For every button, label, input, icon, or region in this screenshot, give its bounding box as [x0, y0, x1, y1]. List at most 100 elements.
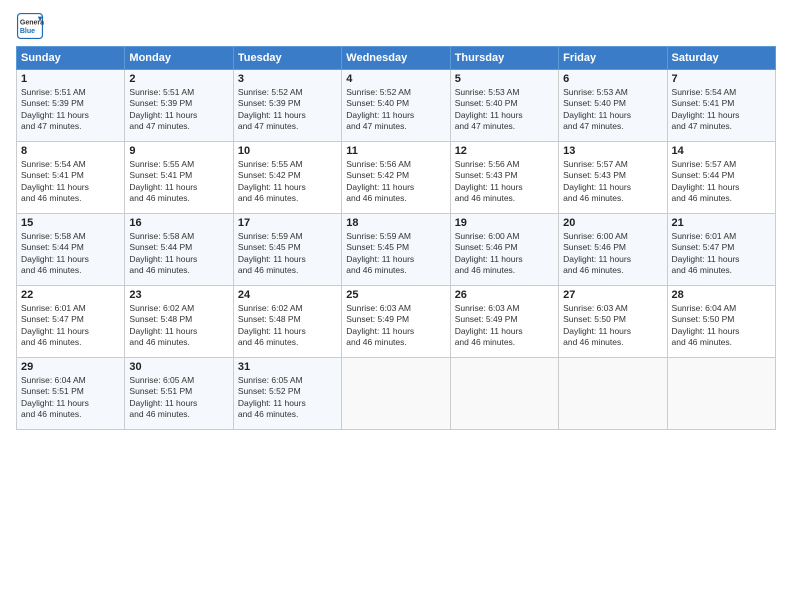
cell-content: Sunrise: 5:58 AM Sunset: 5:44 PM Dayligh…: [21, 231, 120, 277]
logo-icon: General Blue: [16, 12, 44, 40]
page-container: General Blue SundayMondayTuesdayWednesda…: [0, 0, 792, 612]
day-header-friday: Friday: [559, 47, 667, 70]
day-number: 12: [455, 145, 554, 157]
calendar-cell: 29 Sunrise: 6:04 AM Sunset: 5:51 PM Dayli…: [17, 358, 125, 430]
cell-content: Sunrise: 6:05 AM Sunset: 5:52 PM Dayligh…: [238, 375, 337, 421]
calendar-cell: 17 Sunrise: 5:59 AM Sunset: 5:45 PM Dayli…: [233, 214, 341, 286]
cell-content: Sunrise: 6:04 AM Sunset: 5:50 PM Dayligh…: [672, 303, 771, 349]
cell-content: Sunrise: 5:55 AM Sunset: 5:42 PM Dayligh…: [238, 159, 337, 205]
day-number: 20: [563, 217, 662, 229]
calendar-week-5: 29 Sunrise: 6:04 AM Sunset: 5:51 PM Dayli…: [17, 358, 776, 430]
calendar-cell: 21 Sunrise: 6:01 AM Sunset: 5:47 PM Dayli…: [667, 214, 775, 286]
calendar-cell: 8Sunrise: 5:54 AM Sunset: 5:41 PM Daylig…: [17, 142, 125, 214]
calendar-cell: 22Sunrise: 6:01 AM Sunset: 5:47 PM Dayli…: [17, 286, 125, 358]
cell-content: Sunrise: 6:00 AM Sunset: 5:46 PM Dayligh…: [455, 231, 554, 277]
calendar-week-3: 15Sunrise: 5:58 AM Sunset: 5:44 PM Dayli…: [17, 214, 776, 286]
day-number: 4: [346, 73, 445, 85]
header-row: General Blue: [16, 12, 776, 40]
day-header-saturday: Saturday: [667, 47, 775, 70]
calendar-cell: 18Sunrise: 5:59 AM Sunset: 5:45 PM Dayli…: [342, 214, 450, 286]
calendar-cell: 3 Sunrise: 5:52 AM Sunset: 5:39 PM Daylig…: [233, 70, 341, 142]
day-number: 10: [238, 145, 337, 157]
calendar-cell: [559, 358, 667, 430]
day-number: 11: [346, 145, 445, 157]
calendar-week-1: 1 Sunrise: 5:51 AM Sunset: 5:39 PM Daylig…: [17, 70, 776, 142]
cell-content: Sunrise: 5:58 AM Sunset: 5:44 PM Dayligh…: [129, 231, 228, 277]
cell-content: Sunrise: 6:03 AM Sunset: 5:49 PM Dayligh…: [346, 303, 445, 349]
calendar-cell: 5Sunrise: 5:53 AM Sunset: 5:40 PM Daylig…: [450, 70, 558, 142]
calendar-cell: 27Sunrise: 6:03 AM Sunset: 5:50 PM Dayli…: [559, 286, 667, 358]
calendar-cell: 4 Sunrise: 5:52 AM Sunset: 5:40 PM Daylig…: [342, 70, 450, 142]
day-number: 2: [129, 73, 228, 85]
day-number: 13: [563, 145, 662, 157]
cell-content: Sunrise: 5:57 AM Sunset: 5:43 PM Dayligh…: [563, 159, 662, 205]
logo: General Blue: [16, 12, 44, 40]
day-number: 21: [672, 217, 771, 229]
day-number: 14: [672, 145, 771, 157]
cell-content: Sunrise: 5:52 AM Sunset: 5:40 PM Dayligh…: [346, 87, 445, 133]
day-number: 29: [21, 361, 120, 373]
cell-content: Sunrise: 6:03 AM Sunset: 5:50 PM Dayligh…: [563, 303, 662, 349]
day-header-wednesday: Wednesday: [342, 47, 450, 70]
calendar-cell: 2 Sunrise: 5:51 AM Sunset: 5:39 PM Daylig…: [125, 70, 233, 142]
day-number: 30: [129, 361, 228, 373]
cell-content: Sunrise: 6:02 AM Sunset: 5:48 PM Dayligh…: [238, 303, 337, 349]
calendar-cell: 11 Sunrise: 5:56 AM Sunset: 5:42 PM Dayli…: [342, 142, 450, 214]
day-number: 5: [455, 73, 554, 85]
svg-text:Blue: Blue: [20, 28, 35, 35]
calendar-week-4: 22Sunrise: 6:01 AM Sunset: 5:47 PM Dayli…: [17, 286, 776, 358]
calendar-cell: 14 Sunrise: 5:57 AM Sunset: 5:44 PM Dayli…: [667, 142, 775, 214]
calendar-cell: 28 Sunrise: 6:04 AM Sunset: 5:50 PM Dayli…: [667, 286, 775, 358]
day-header-sunday: Sunday: [17, 47, 125, 70]
day-number: 18: [346, 217, 445, 229]
cell-content: Sunrise: 5:52 AM Sunset: 5:39 PM Dayligh…: [238, 87, 337, 133]
calendar-body: 1 Sunrise: 5:51 AM Sunset: 5:39 PM Daylig…: [17, 70, 776, 430]
calendar-cell: 25 Sunrise: 6:03 AM Sunset: 5:49 PM Dayli…: [342, 286, 450, 358]
cell-content: Sunrise: 5:56 AM Sunset: 5:43 PM Dayligh…: [455, 159, 554, 205]
calendar-cell: 12 Sunrise: 5:56 AM Sunset: 5:43 PM Dayli…: [450, 142, 558, 214]
cell-content: Sunrise: 6:04 AM Sunset: 5:51 PM Dayligh…: [21, 375, 120, 421]
cell-content: Sunrise: 5:51 AM Sunset: 5:39 PM Dayligh…: [21, 87, 120, 133]
cell-content: Sunrise: 5:56 AM Sunset: 5:42 PM Dayligh…: [346, 159, 445, 205]
cell-content: Sunrise: 5:55 AM Sunset: 5:41 PM Dayligh…: [129, 159, 228, 205]
calendar-week-2: 8Sunrise: 5:54 AM Sunset: 5:41 PM Daylig…: [17, 142, 776, 214]
calendar-cell: 1 Sunrise: 5:51 AM Sunset: 5:39 PM Daylig…: [17, 70, 125, 142]
calendar-table: SundayMondayTuesdayWednesdayThursdayFrid…: [16, 46, 776, 430]
calendar-cell: [342, 358, 450, 430]
day-number: 1: [21, 73, 120, 85]
calendar-cell: 26 Sunrise: 6:03 AM Sunset: 5:49 PM Dayli…: [450, 286, 558, 358]
calendar-cell: 24 Sunrise: 6:02 AM Sunset: 5:48 PM Dayli…: [233, 286, 341, 358]
day-number: 26: [455, 289, 554, 301]
calendar-cell: [450, 358, 558, 430]
day-header-thursday: Thursday: [450, 47, 558, 70]
day-number: 9: [129, 145, 228, 157]
day-number: 23: [129, 289, 228, 301]
day-number: 22: [21, 289, 120, 301]
calendar-cell: 13 Sunrise: 5:57 AM Sunset: 5:43 PM Dayli…: [559, 142, 667, 214]
calendar-cell: 23 Sunrise: 6:02 AM Sunset: 5:48 PM Dayli…: [125, 286, 233, 358]
calendar-cell: 9 Sunrise: 5:55 AM Sunset: 5:41 PM Daylig…: [125, 142, 233, 214]
cell-content: Sunrise: 6:02 AM Sunset: 5:48 PM Dayligh…: [129, 303, 228, 349]
calendar-cell: 19Sunrise: 6:00 AM Sunset: 5:46 PM Dayli…: [450, 214, 558, 286]
cell-content: Sunrise: 5:51 AM Sunset: 5:39 PM Dayligh…: [129, 87, 228, 133]
day-number: 25: [346, 289, 445, 301]
day-number: 31: [238, 361, 337, 373]
day-number: 17: [238, 217, 337, 229]
cell-content: Sunrise: 6:01 AM Sunset: 5:47 PM Dayligh…: [672, 231, 771, 277]
day-number: 24: [238, 289, 337, 301]
cell-content: Sunrise: 5:59 AM Sunset: 5:45 PM Dayligh…: [238, 231, 337, 277]
calendar-cell: 20 Sunrise: 6:00 AM Sunset: 5:46 PM Dayli…: [559, 214, 667, 286]
calendar-cell: 31 Sunrise: 6:05 AM Sunset: 5:52 PM Dayli…: [233, 358, 341, 430]
day-number: 7: [672, 73, 771, 85]
cell-content: Sunrise: 5:54 AM Sunset: 5:41 PM Dayligh…: [21, 159, 120, 205]
calendar-cell: 15Sunrise: 5:58 AM Sunset: 5:44 PM Dayli…: [17, 214, 125, 286]
calendar-header: SundayMondayTuesdayWednesdayThursdayFrid…: [17, 47, 776, 70]
cell-content: Sunrise: 5:57 AM Sunset: 5:44 PM Dayligh…: [672, 159, 771, 205]
day-number: 28: [672, 289, 771, 301]
cell-content: Sunrise: 6:00 AM Sunset: 5:46 PM Dayligh…: [563, 231, 662, 277]
day-header-tuesday: Tuesday: [233, 47, 341, 70]
day-number: 6: [563, 73, 662, 85]
day-number: 3: [238, 73, 337, 85]
cell-content: Sunrise: 6:03 AM Sunset: 5:49 PM Dayligh…: [455, 303, 554, 349]
header-row-days: SundayMondayTuesdayWednesdayThursdayFrid…: [17, 47, 776, 70]
